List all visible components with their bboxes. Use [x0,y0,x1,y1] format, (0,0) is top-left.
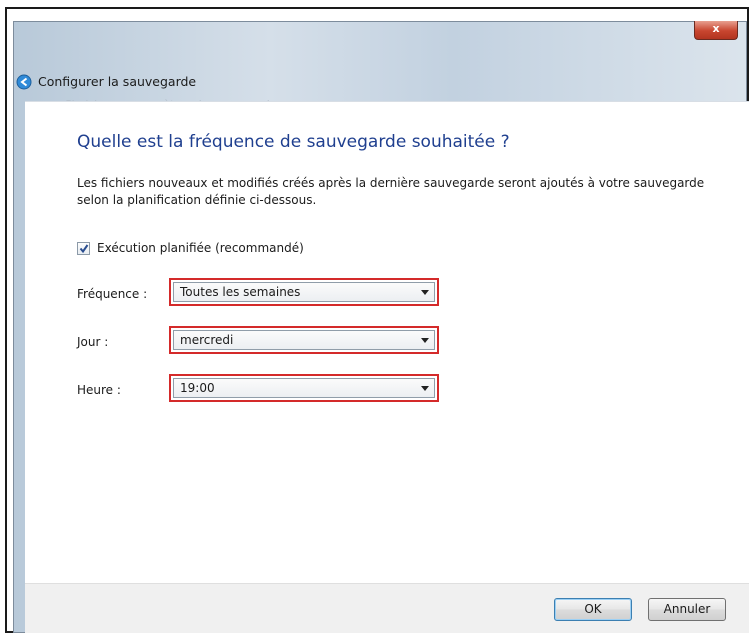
chevron-down-icon [421,386,429,391]
ok-button[interactable]: OK [554,598,632,621]
chevron-down-icon [421,338,429,343]
checkmark-icon [79,243,89,253]
back-arrow-icon[interactable] [16,74,32,90]
time-select[interactable]: 19:00 [173,378,435,398]
scheduled-checkbox-label: Exécution planifiée (recommandé) [97,241,304,255]
window-title: Configurer la sauvegarde [38,74,197,89]
dialog-content: Quelle est la fréquence de sauvegarde so… [25,101,749,584]
time-value: 19:00 [180,381,215,395]
screenshot-frame: x Choisir vos paramètres de sauvegarde C… [5,7,749,633]
time-label: Heure : [77,383,121,397]
description-text: Les fichiers nouveaux et modifiés créés … [77,176,705,207]
day-label: Jour : [77,335,109,349]
dialog-footer: OK Annuler [25,583,749,633]
close-button[interactable]: x [694,21,738,40]
close-icon: x [712,22,720,35]
page-heading: Quelle est la fréquence de sauvegarde so… [77,132,510,152]
day-value: mercredi [180,333,234,347]
dialog-window: x Choisir vos paramètres de sauvegarde C… [13,21,749,633]
cancel-button[interactable]: Annuler [648,598,726,621]
title-bar [14,22,746,64]
frequency-select[interactable]: Toutes les semaines [173,282,435,302]
scheduled-checkbox-row[interactable]: Exécution planifiée (recommandé) [77,241,304,255]
day-select[interactable]: mercredi [173,330,435,350]
frequency-label: Fréquence : [77,287,148,301]
chevron-down-icon [421,290,429,295]
frequency-value: Toutes les semaines [180,285,301,299]
scheduled-checkbox[interactable] [77,241,90,255]
